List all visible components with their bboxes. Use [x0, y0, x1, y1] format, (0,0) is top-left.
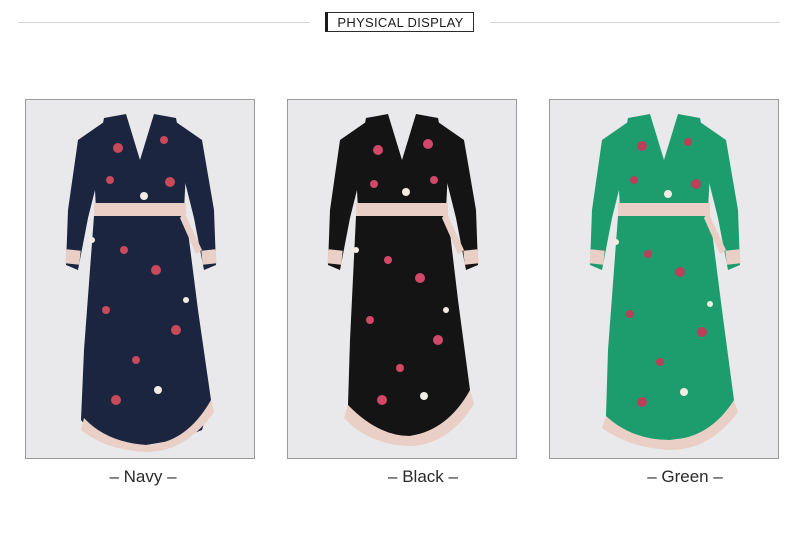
dress-shape-black	[327, 114, 479, 446]
section-header: PHYSICAL DISPLAY	[0, 10, 800, 36]
caption-black: – Black –	[388, 467, 458, 486]
product-image-navy[interactable]	[25, 99, 255, 459]
dress-shape-navy	[65, 114, 217, 452]
dress-illustration-navy	[65, 114, 217, 452]
dress-shape-green	[589, 114, 741, 450]
caption-green: – Green –	[647, 467, 723, 486]
header-divider-right	[490, 22, 780, 23]
header-divider-left	[18, 22, 310, 23]
section-title: PHYSICAL DISPLAY	[325, 12, 474, 32]
dress-illustration-black	[327, 114, 479, 446]
caption-navy: – Navy –	[109, 467, 177, 486]
dress-illustration-green	[589, 114, 741, 450]
product-image-green[interactable]	[549, 99, 779, 459]
product-image-black[interactable]	[287, 99, 517, 459]
